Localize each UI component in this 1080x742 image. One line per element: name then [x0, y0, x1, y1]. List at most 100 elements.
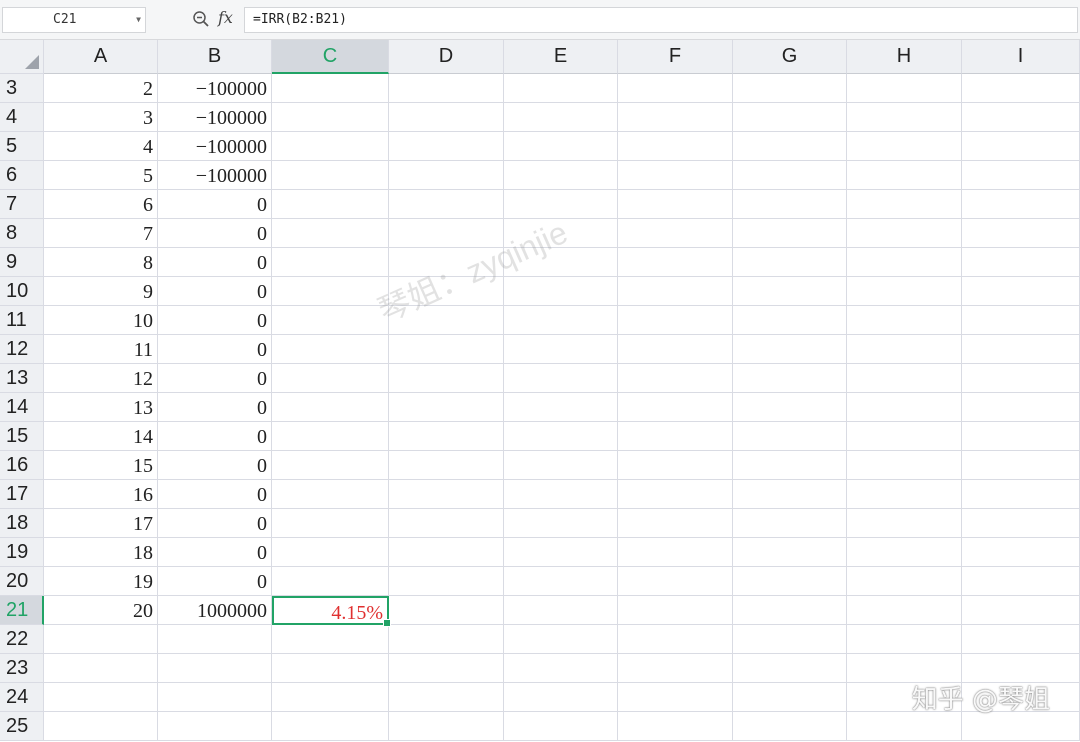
cell-a13[interactable]: 12 [44, 364, 158, 393]
cell-f4[interactable] [618, 103, 733, 132]
name-box[interactable]: C21 ▼ [2, 7, 146, 33]
cell-b20[interactable]: 0 [158, 567, 272, 596]
cell-c24[interactable] [272, 683, 389, 712]
cell-e23[interactable] [504, 654, 618, 683]
cell-c23[interactable] [272, 654, 389, 683]
cell-b8[interactable]: 0 [158, 219, 272, 248]
row-header-3[interactable]: 3 [0, 74, 44, 103]
cell-h5[interactable] [847, 132, 962, 161]
row-header-18[interactable]: 18 [0, 509, 44, 538]
cell-g13[interactable] [733, 364, 847, 393]
cell-i4[interactable] [962, 103, 1080, 132]
cell-b24[interactable] [158, 683, 272, 712]
cell-i3[interactable] [962, 74, 1080, 103]
cell-b11[interactable]: 0 [158, 306, 272, 335]
cell-a8[interactable]: 7 [44, 219, 158, 248]
cell-b17[interactable]: 0 [158, 480, 272, 509]
cell-a16[interactable]: 15 [44, 451, 158, 480]
cell-b3[interactable]: −100000 [158, 74, 272, 103]
row-header-4[interactable]: 4 [0, 103, 44, 132]
row-header-6[interactable]: 6 [0, 161, 44, 190]
cell-b18[interactable]: 0 [158, 509, 272, 538]
cell-c18[interactable] [272, 509, 389, 538]
cell-f24[interactable] [618, 683, 733, 712]
cell-a24[interactable] [44, 683, 158, 712]
cell-g24[interactable] [733, 683, 847, 712]
cell-i25[interactable] [962, 712, 1080, 741]
cell-h4[interactable] [847, 103, 962, 132]
cell-c12[interactable] [272, 335, 389, 364]
column-header-c[interactable]: C [272, 40, 389, 74]
cell-f3[interactable] [618, 74, 733, 103]
row-header-10[interactable]: 10 [0, 277, 44, 306]
cell-e15[interactable] [504, 422, 618, 451]
cell-g20[interactable] [733, 567, 847, 596]
row-header-16[interactable]: 16 [0, 451, 44, 480]
cell-a23[interactable] [44, 654, 158, 683]
cell-a22[interactable] [44, 625, 158, 654]
cell-g9[interactable] [733, 248, 847, 277]
cell-h22[interactable] [847, 625, 962, 654]
cell-g19[interactable] [733, 538, 847, 567]
cell-g16[interactable] [733, 451, 847, 480]
cell-e12[interactable] [504, 335, 618, 364]
cell-d8[interactable] [389, 219, 504, 248]
cell-h25[interactable] [847, 712, 962, 741]
cell-i22[interactable] [962, 625, 1080, 654]
cell-g14[interactable] [733, 393, 847, 422]
cell-d12[interactable] [389, 335, 504, 364]
function-icon[interactable]: fx [218, 8, 233, 27]
cell-i19[interactable] [962, 538, 1080, 567]
row-header-14[interactable]: 14 [0, 393, 44, 422]
row-header-9[interactable]: 9 [0, 248, 44, 277]
cell-a14[interactable]: 13 [44, 393, 158, 422]
cell-e13[interactable] [504, 364, 618, 393]
cell-h16[interactable] [847, 451, 962, 480]
cell-i9[interactable] [962, 248, 1080, 277]
cell-h21[interactable] [847, 596, 962, 625]
cell-h17[interactable] [847, 480, 962, 509]
cell-h20[interactable] [847, 567, 962, 596]
row-header-12[interactable]: 12 [0, 335, 44, 364]
cell-b15[interactable]: 0 [158, 422, 272, 451]
cell-d20[interactable] [389, 567, 504, 596]
cell-g10[interactable] [733, 277, 847, 306]
cell-d16[interactable] [389, 451, 504, 480]
cell-g5[interactable] [733, 132, 847, 161]
cell-h6[interactable] [847, 161, 962, 190]
cell-c16[interactable] [272, 451, 389, 480]
column-header-i[interactable]: I [962, 40, 1080, 74]
row-header-21[interactable]: 21 [0, 596, 44, 625]
cell-d21[interactable] [389, 596, 504, 625]
cell-f11[interactable] [618, 306, 733, 335]
row-header-11[interactable]: 11 [0, 306, 44, 335]
cell-c15[interactable] [272, 422, 389, 451]
select-all-corner[interactable] [0, 40, 44, 74]
column-header-a[interactable]: A [44, 40, 158, 74]
cell-i10[interactable] [962, 277, 1080, 306]
cell-h10[interactable] [847, 277, 962, 306]
cell-a18[interactable]: 17 [44, 509, 158, 538]
cell-b25[interactable] [158, 712, 272, 741]
row-header-15[interactable]: 15 [0, 422, 44, 451]
row-header-22[interactable]: 22 [0, 625, 44, 654]
cell-c20[interactable] [272, 567, 389, 596]
cell-a19[interactable]: 18 [44, 538, 158, 567]
cell-c22[interactable] [272, 625, 389, 654]
cell-c5[interactable] [272, 132, 389, 161]
cell-e11[interactable] [504, 306, 618, 335]
cell-f25[interactable] [618, 712, 733, 741]
cell-g4[interactable] [733, 103, 847, 132]
cell-f21[interactable] [618, 596, 733, 625]
cell-h12[interactable] [847, 335, 962, 364]
cell-a17[interactable]: 16 [44, 480, 158, 509]
cell-c9[interactable] [272, 248, 389, 277]
cell-a15[interactable]: 14 [44, 422, 158, 451]
cell-d7[interactable] [389, 190, 504, 219]
cell-g25[interactable] [733, 712, 847, 741]
cell-b21[interactable]: 1000000 [158, 596, 272, 625]
cell-b4[interactable]: −100000 [158, 103, 272, 132]
cell-e17[interactable] [504, 480, 618, 509]
cell-f19[interactable] [618, 538, 733, 567]
cell-g11[interactable] [733, 306, 847, 335]
